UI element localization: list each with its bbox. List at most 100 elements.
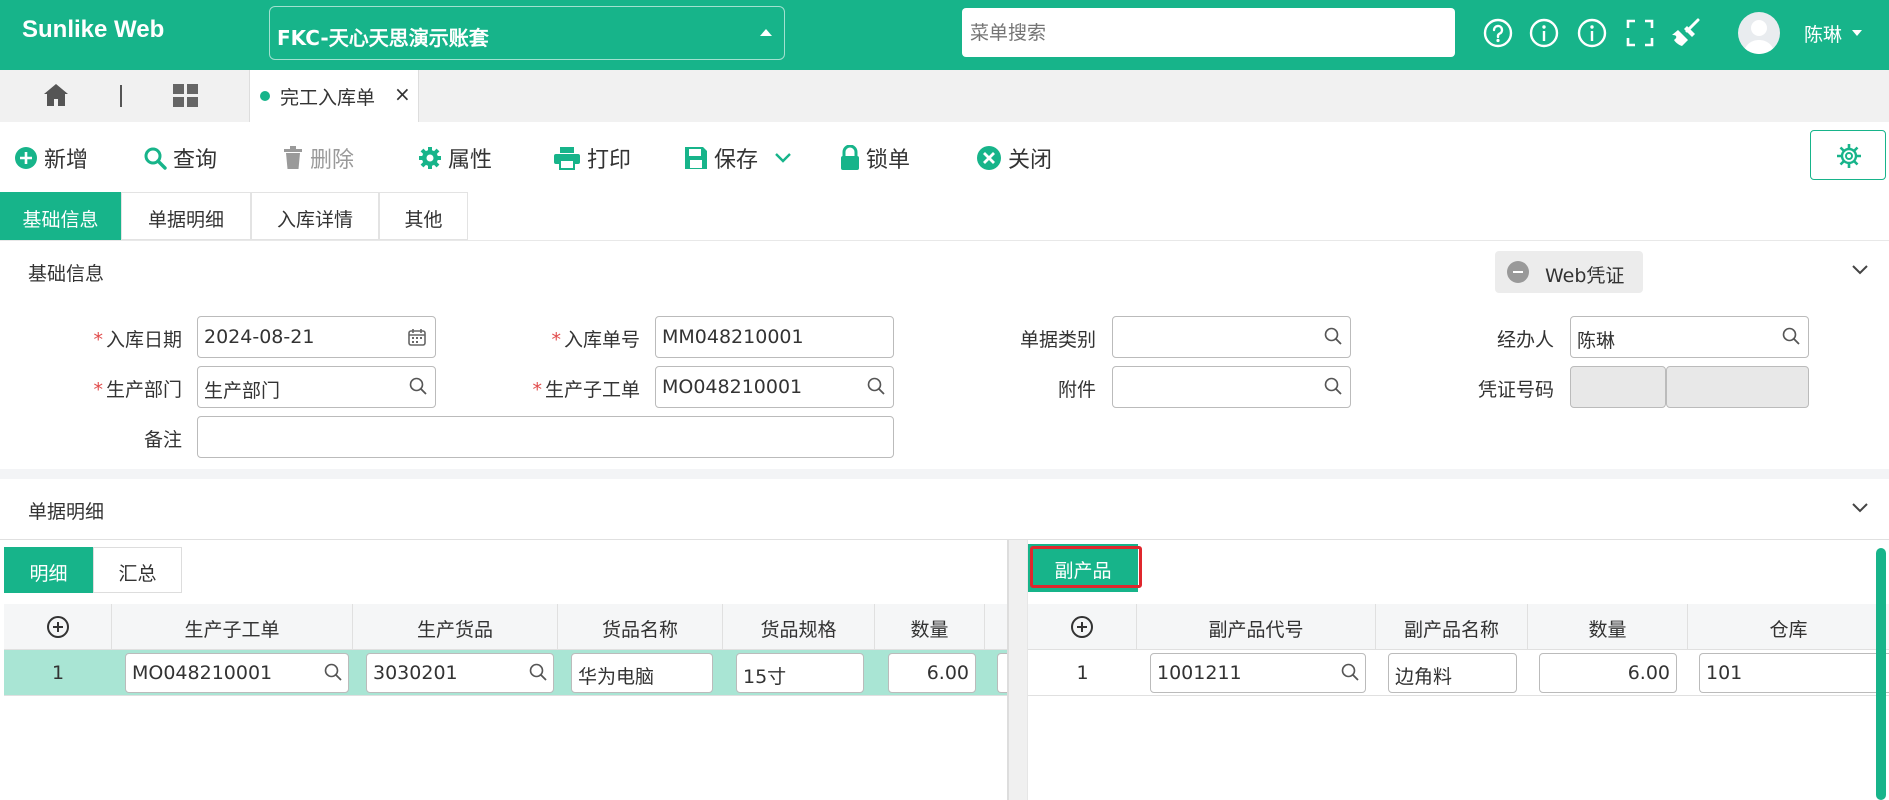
search-icon [867, 377, 885, 395]
tab-inbound-detail[interactable]: 入库详情 [251, 192, 379, 240]
tab-other[interactable]: 其他 [379, 192, 468, 240]
add-row-header[interactable] [1028, 604, 1137, 650]
home-icon[interactable] [42, 82, 70, 112]
avatar[interactable] [1738, 12, 1780, 54]
new-button[interactable]: 新增 [14, 142, 88, 174]
clear-cache-broom-icon[interactable] [1670, 17, 1702, 49]
tab-detail[interactable]: 明细 [4, 547, 93, 593]
lock-button[interactable]: 锁单 [840, 142, 910, 174]
date-field[interactable]: 2024-08-21 [197, 316, 436, 358]
column-header: 副产品名称 [1376, 604, 1528, 650]
help-icon[interactable] [1482, 17, 1514, 49]
calendar-icon [408, 329, 426, 346]
search-icon [1324, 327, 1342, 345]
item-code-cell[interactable]: 3030201 [366, 653, 554, 693]
tab-label: 完工入库单 [280, 87, 376, 109]
tab-bar: 完工入库单 × [0, 70, 1889, 122]
basic-info-header[interactable]: 基础信息 Web凭证 [0, 241, 1889, 302]
row-number: 1 [51, 662, 65, 684]
form-section-tabs: 基础信息 单据明细 入库详情 其他 [0, 192, 1889, 241]
chevron-down-icon [775, 153, 791, 163]
handler-field[interactable]: 陈琳 [1570, 316, 1809, 358]
web-voucher-button[interactable]: Web凭证 [1495, 251, 1643, 293]
section-title: 单据明细 [28, 501, 105, 523]
apps-grid-icon[interactable] [172, 83, 200, 113]
user-name[interactable]: 陈琳 [1804, 20, 1842, 47]
print-label: 打印 [587, 148, 632, 173]
receipt-no-field[interactable]: MM048210001 [655, 316, 894, 358]
attachment-label: 附件 [1057, 379, 1096, 401]
account-selector[interactable]: FKC-天心天思演示账套 [269, 6, 785, 60]
delete-button[interactable]: 删除 [282, 142, 354, 174]
voucher-no-field-1 [1570, 366, 1666, 408]
remark-field[interactable] [197, 416, 894, 458]
column-header: 数量 [875, 604, 985, 650]
print-button[interactable]: 打印 [553, 142, 631, 174]
column-header: 货品名称 [558, 604, 723, 650]
close-icon[interactable]: × [394, 82, 411, 106]
item-spec-cell[interactable]: 15寸 [736, 653, 864, 693]
voucher-no-label: 凭证号码 [1477, 379, 1554, 401]
table-row[interactable]: 1 MO048210001 3030201 华为电脑 15寸 6.00 [4, 650, 1010, 696]
printer-icon [554, 147, 580, 170]
row-number: 1 [1076, 662, 1089, 684]
gear-icon [419, 147, 441, 169]
search-icon [324, 663, 342, 681]
info-icon[interactable] [1528, 17, 1560, 49]
web-voucher-label: Web凭证 [1545, 265, 1625, 287]
receipt-no-label: * 入库单号 [551, 329, 640, 351]
search-icon [529, 663, 547, 681]
menu-search-input[interactable] [962, 8, 1455, 57]
byproduct-quantity-cell[interactable]: 6.00 [1539, 653, 1677, 693]
tab-completion-warehouse-receipt[interactable]: 完工入库单 × [249, 70, 419, 122]
item-name-cell[interactable]: 华为电脑 [571, 653, 713, 693]
about-icon[interactable] [1576, 17, 1608, 49]
doc-category-label: 单据类别 [1019, 329, 1096, 351]
work-order-cell[interactable]: MO048210001 [125, 653, 349, 693]
tab-basic-info[interactable]: 基础信息 [0, 192, 121, 240]
add-row-header[interactable] [4, 604, 112, 650]
chevron-down-icon [1852, 503, 1868, 513]
tab-summary[interactable]: 汇总 [93, 547, 182, 593]
column-header: 货品规格 [723, 604, 875, 650]
save-label: 保存 [714, 148, 759, 173]
document-detail-header[interactable]: 单据明细 [0, 479, 1889, 540]
top-bar: Sunlike Web FKC-天心天思演示账套 陈琳 [0, 0, 1889, 70]
lock-icon [841, 145, 859, 170]
fullscreen-icon[interactable] [1624, 17, 1656, 49]
byproduct-code-cell[interactable]: 1001211 [1150, 653, 1366, 693]
query-button[interactable]: 查询 [143, 142, 217, 174]
byproduct-name-cell[interactable]: 边角料 [1388, 653, 1517, 693]
close-button[interactable]: 关闭 [976, 142, 1052, 174]
column-header-overflow [985, 604, 1007, 650]
handler-label: 经办人 [1496, 329, 1554, 351]
caret-up-icon [760, 29, 772, 36]
work-order-field[interactable]: MO048210001 [655, 366, 894, 408]
search-icon [1782, 327, 1800, 345]
department-field[interactable]: 生产部门 [197, 366, 436, 408]
chevron-down-icon[interactable] [1852, 30, 1862, 36]
vertical-scrollbar[interactable] [1876, 548, 1886, 800]
close-circle-icon [977, 146, 1001, 170]
quantity-cell[interactable]: 6.00 [888, 653, 976, 693]
section-divider [0, 469, 1889, 479]
plus-circle-icon [1071, 616, 1093, 638]
tab-document-detail[interactable]: 单据明细 [121, 192, 251, 240]
query-label: 查询 [173, 148, 218, 173]
delete-label: 删除 [310, 148, 355, 173]
work-order-label: * 生产子工单 [532, 379, 640, 401]
attachment-field[interactable] [1112, 366, 1351, 408]
search-icon [1341, 663, 1359, 681]
settings-button[interactable] [1810, 130, 1886, 180]
table-row[interactable]: 1 1001211 边角料 6.00 101 [1028, 650, 1889, 696]
pane-splitter[interactable] [1007, 540, 1028, 800]
properties-button[interactable]: 属性 [418, 142, 492, 174]
doc-category-field[interactable] [1112, 316, 1351, 358]
column-header: 副产品代号 [1137, 604, 1376, 650]
trash-icon [284, 146, 302, 169]
floppy-disk-icon [685, 147, 707, 169]
warehouse-cell[interactable]: 101 [1699, 653, 1889, 693]
save-button[interactable]: 保存 [684, 142, 798, 174]
basic-info-form: * 入库日期 2024-08-21 * 入库单号 MM048210001 单据类别 … [0, 301, 1889, 469]
date-label: * 入库日期 [93, 329, 182, 351]
